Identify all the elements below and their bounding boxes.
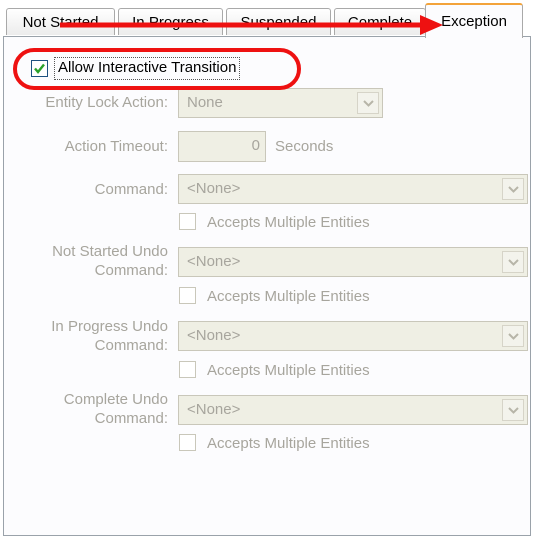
chevron-down-icon[interactable] bbox=[502, 399, 524, 421]
in-progress-undo-accepts-multiple-checkbox[interactable] bbox=[179, 361, 196, 378]
annotation-arrow bbox=[60, 15, 443, 35]
entity-lock-action-select[interactable]: None bbox=[178, 88, 383, 118]
not-started-undo-label: Not Started Undo Command: bbox=[52, 243, 168, 279]
command-accepts-multiple-checkbox[interactable] bbox=[179, 213, 196, 230]
chevron-down-icon[interactable] bbox=[502, 178, 524, 200]
not-started-undo-accepts-multiple-checkbox[interactable] bbox=[179, 287, 196, 304]
annotation-highlight-oval bbox=[13, 48, 301, 90]
action-timeout-value: 0 bbox=[251, 137, 260, 154]
exception-tab-panel: Allow Interactive Transition Entity Lock… bbox=[3, 36, 531, 536]
command-select[interactable]: <None> bbox=[178, 174, 528, 204]
complete-undo-accepts-multiple-label: Accepts Multiple Entities bbox=[207, 435, 370, 452]
in-progress-undo-accepts-multiple-label: Accepts Multiple Entities bbox=[207, 362, 370, 379]
not-started-undo-accepts-multiple-label: Accepts Multiple Entities bbox=[207, 288, 370, 305]
action-timeout-input[interactable]: 0 bbox=[178, 131, 266, 162]
entity-lock-action-label: Entity Lock Action: bbox=[45, 94, 168, 111]
complete-undo-accepts-multiple-checkbox[interactable] bbox=[179, 434, 196, 451]
not-started-undo-value: <None> bbox=[187, 253, 241, 270]
in-progress-undo-select[interactable]: <None> bbox=[178, 321, 528, 351]
entity-lock-action-value: None bbox=[187, 94, 223, 111]
complete-undo-value: <None> bbox=[187, 401, 241, 418]
chevron-down-icon[interactable] bbox=[357, 92, 379, 114]
chevron-down-icon[interactable] bbox=[502, 251, 524, 273]
not-started-undo-select[interactable]: <None> bbox=[178, 247, 528, 277]
seconds-label: Seconds bbox=[275, 138, 334, 155]
chevron-down-icon[interactable] bbox=[502, 325, 524, 347]
command-label: Command: bbox=[94, 181, 168, 198]
complete-undo-label: Complete Undo Command: bbox=[63, 391, 168, 427]
dialog-frame: Not Started In Progress Suspended Comple… bbox=[0, 0, 555, 536]
in-progress-undo-value: <None> bbox=[187, 327, 241, 344]
command-accepts-multiple-label: Accepts Multiple Entities bbox=[207, 214, 370, 231]
in-progress-undo-label: In Progress Undo Command: bbox=[51, 318, 168, 354]
complete-undo-select[interactable]: <None> bbox=[178, 395, 528, 425]
action-timeout-label: Action Timeout: bbox=[64, 138, 168, 155]
command-value: <None> bbox=[187, 180, 241, 197]
